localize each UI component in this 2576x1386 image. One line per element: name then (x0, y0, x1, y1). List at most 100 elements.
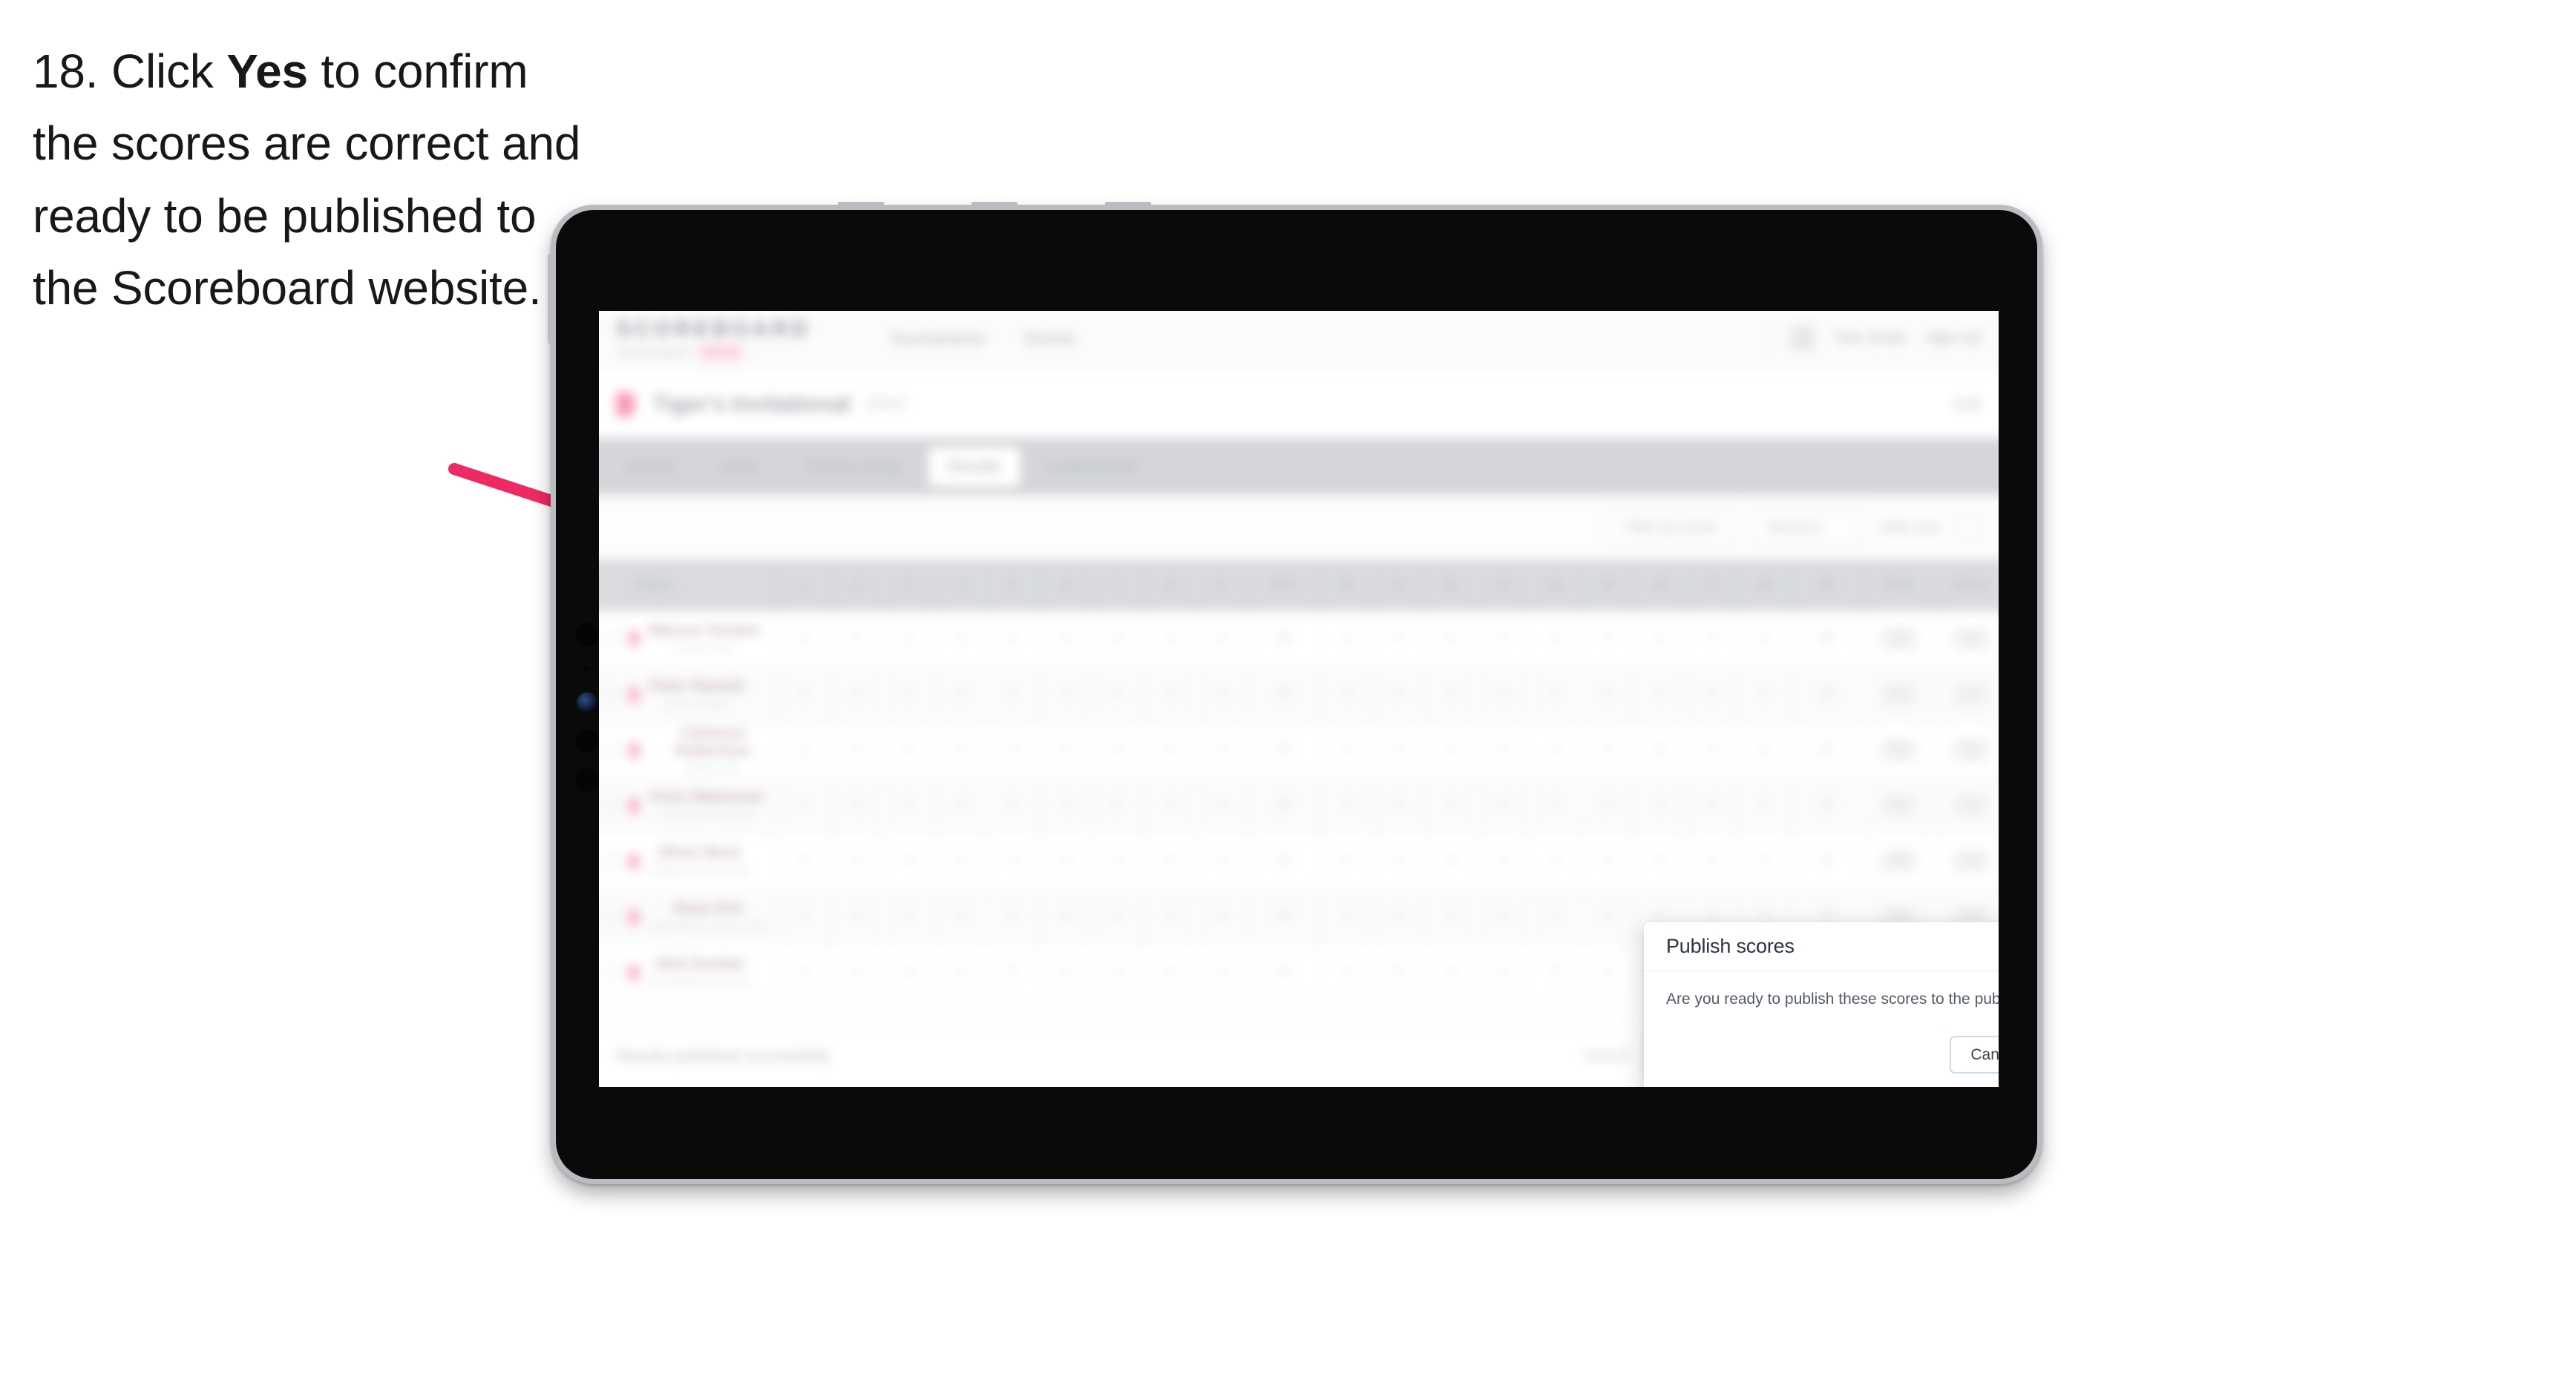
score-cell[interactable]: 5 (1320, 666, 1373, 723)
score-cell[interactable]: 4 (987, 611, 1040, 667)
col-header-h11[interactable]: 11 (1372, 559, 1426, 611)
score-cell[interactable]: 5 (830, 778, 883, 834)
score-cell[interactable]: 3 (1091, 944, 1144, 1001)
score-cell[interactable]: 37 (1248, 944, 1321, 1001)
table-row[interactable]: Chris Waterman Lakeshore Country 4 5 4 4 4 3 5 4 4… (599, 778, 1999, 834)
score-cell[interactable]: 4 (1144, 944, 1196, 1001)
score-cell[interactable]: 4 (1372, 833, 1426, 890)
tab-course-setup[interactable]: Course Setup (785, 447, 921, 487)
score-cell[interactable]: 5 (934, 889, 988, 945)
score-cell[interactable]: 4 (1091, 666, 1144, 723)
sign-out-link[interactable]: Sign out (1927, 329, 1982, 346)
row-checkbox[interactable] (603, 631, 620, 646)
score-cell[interactable]: 4 (987, 889, 1040, 945)
score-cell[interactable]: 4 (882, 833, 936, 890)
filter-select-round-type[interactable]: Filter by round (1606, 508, 1734, 548)
score-cell[interactable]: 4 (778, 722, 831, 778)
score-cell[interactable]: 37 (1248, 833, 1321, 890)
score-cell[interactable]: 3 (1144, 611, 1196, 667)
col-header-h4[interactable]: 4 (934, 559, 988, 611)
score-cell[interactable]: 4 (778, 778, 831, 834)
score-cell[interactable]: 4 (1372, 722, 1426, 778)
score-cell[interactable]: 4 (1737, 722, 1791, 778)
score-cell[interactable]: 4 (1581, 611, 1634, 667)
total-cell[interactable]: 74 (1862, 833, 1936, 890)
score-cell[interactable]: 4 (778, 889, 831, 945)
score-cell[interactable]: 4 (1091, 833, 1144, 890)
row-checkbox[interactable] (603, 686, 620, 703)
score-cell[interactable]: 4 (1685, 666, 1739, 723)
score-cell[interactable]: 4 (1424, 666, 1478, 723)
col-header-h9[interactable]: 9 (1196, 559, 1249, 611)
score-cell[interactable]: 3 (1196, 666, 1249, 723)
score-cell[interactable]: 4 (1529, 833, 1582, 890)
score-cell[interactable]: 4 (1685, 722, 1739, 778)
score-cell[interactable]: 3 (1737, 833, 1791, 890)
filter-select-round[interactable]: Round 1 (1751, 508, 1864, 548)
score-cell[interactable]: 4 (1039, 889, 1092, 945)
table-row[interactable]: Marcus Torsten Royal Links 4 5 3 4 4 5 4 3 4 36 4 4 5 3… (599, 611, 1999, 667)
cancel-button[interactable]: Cancel (1950, 1036, 1999, 1074)
score-cell[interactable]: 4 (934, 611, 988, 667)
hide-cuts-checkbox[interactable] (1956, 514, 1982, 540)
score-cell[interactable]: 4 (1196, 889, 1249, 945)
score-cell[interactable]: 3 (934, 666, 988, 723)
score-cell[interactable]: 4 (1424, 889, 1478, 945)
score-cell[interactable]: 5 (987, 944, 1040, 1001)
brand-logo[interactable]: SCOREBOARD TOURNAMENT BETA (616, 318, 811, 359)
score-cell[interactable]: 3 (1581, 778, 1634, 834)
row-checkbox[interactable] (603, 742, 620, 758)
score-cell[interactable]: 4 (882, 666, 936, 723)
score-cell[interactable]: 4 (1320, 778, 1373, 834)
score-cell[interactable]: 5 (882, 722, 936, 778)
col-header-h16[interactable]: 16 (1633, 559, 1686, 611)
avatar[interactable] (1789, 326, 1815, 351)
col-header-h6[interactable]: 6 (1039, 559, 1092, 611)
score-cell[interactable]: 5 (778, 666, 831, 723)
score-cell[interactable]: 5 (1091, 778, 1144, 834)
score-cell[interactable]: 3 (1196, 833, 1249, 890)
score-cell[interactable]: 5 (830, 611, 883, 667)
score-cell[interactable]: 4 (1477, 944, 1530, 1001)
score-cell[interactable]: 3 (882, 611, 936, 667)
score-cell[interactable]: 4 (1039, 944, 1092, 1001)
score-cell[interactable]: 37 (1248, 889, 1321, 945)
score-cell[interactable]: 4 (830, 722, 883, 778)
col-header-h10[interactable]: 10 (1320, 559, 1373, 611)
score-cell[interactable]: 4 (1372, 666, 1426, 723)
score-cell[interactable]: 4 (1196, 611, 1249, 667)
col-header-h1[interactable]: 1 (778, 559, 831, 611)
col-header-h17[interactable]: 17 (1685, 559, 1739, 611)
score-cell[interactable]: 37 (1790, 778, 1864, 834)
score-cell[interactable]: 36 (1790, 666, 1864, 723)
score-cell[interactable]: 4 (1144, 722, 1196, 778)
col-header-in[interactable]: IN (1790, 559, 1864, 611)
score-cell[interactable]: 5 (1372, 778, 1426, 834)
score-cell[interactable]: 4 (1581, 666, 1634, 723)
score-cell[interactable]: 4 (934, 944, 988, 1001)
score-cell[interactable]: 5 (1144, 833, 1196, 890)
score-cell[interactable]: 37 (1790, 833, 1864, 890)
score-cell[interactable]: 4 (1196, 944, 1249, 1001)
score-cell[interactable]: 4 (1424, 833, 1478, 890)
col-header-total[interactable]: Total (1862, 559, 1936, 611)
status-cell[interactable]: +2 (1934, 833, 1999, 890)
score-cell[interactable]: 4 (1320, 611, 1373, 667)
score-cell[interactable]: 37 (1790, 722, 1864, 778)
score-cell[interactable]: 3 (1039, 778, 1092, 834)
score-cell[interactable]: 4 (1581, 889, 1634, 945)
score-cell[interactable]: 4 (1144, 666, 1196, 723)
score-cell[interactable]: 5 (1633, 611, 1686, 667)
row-checkbox[interactable] (603, 909, 620, 924)
score-cell[interactable]: 4 (1685, 778, 1739, 834)
score-cell[interactable]: 4 (1477, 778, 1530, 834)
score-cell[interactable]: 4 (1737, 778, 1791, 834)
score-cell[interactable]: 5 (1424, 611, 1478, 667)
score-cell[interactable]: 4 (987, 833, 1040, 890)
score-cell[interactable]: 37 (1248, 778, 1321, 834)
score-cell[interactable]: 4 (1529, 778, 1582, 834)
score-cell[interactable]: 4 (1529, 611, 1582, 667)
score-cell[interactable]: 4 (1424, 944, 1478, 1001)
col-header-out[interactable]: OUT (1248, 559, 1321, 611)
score-cell[interactable]: 5 (1633, 722, 1686, 778)
